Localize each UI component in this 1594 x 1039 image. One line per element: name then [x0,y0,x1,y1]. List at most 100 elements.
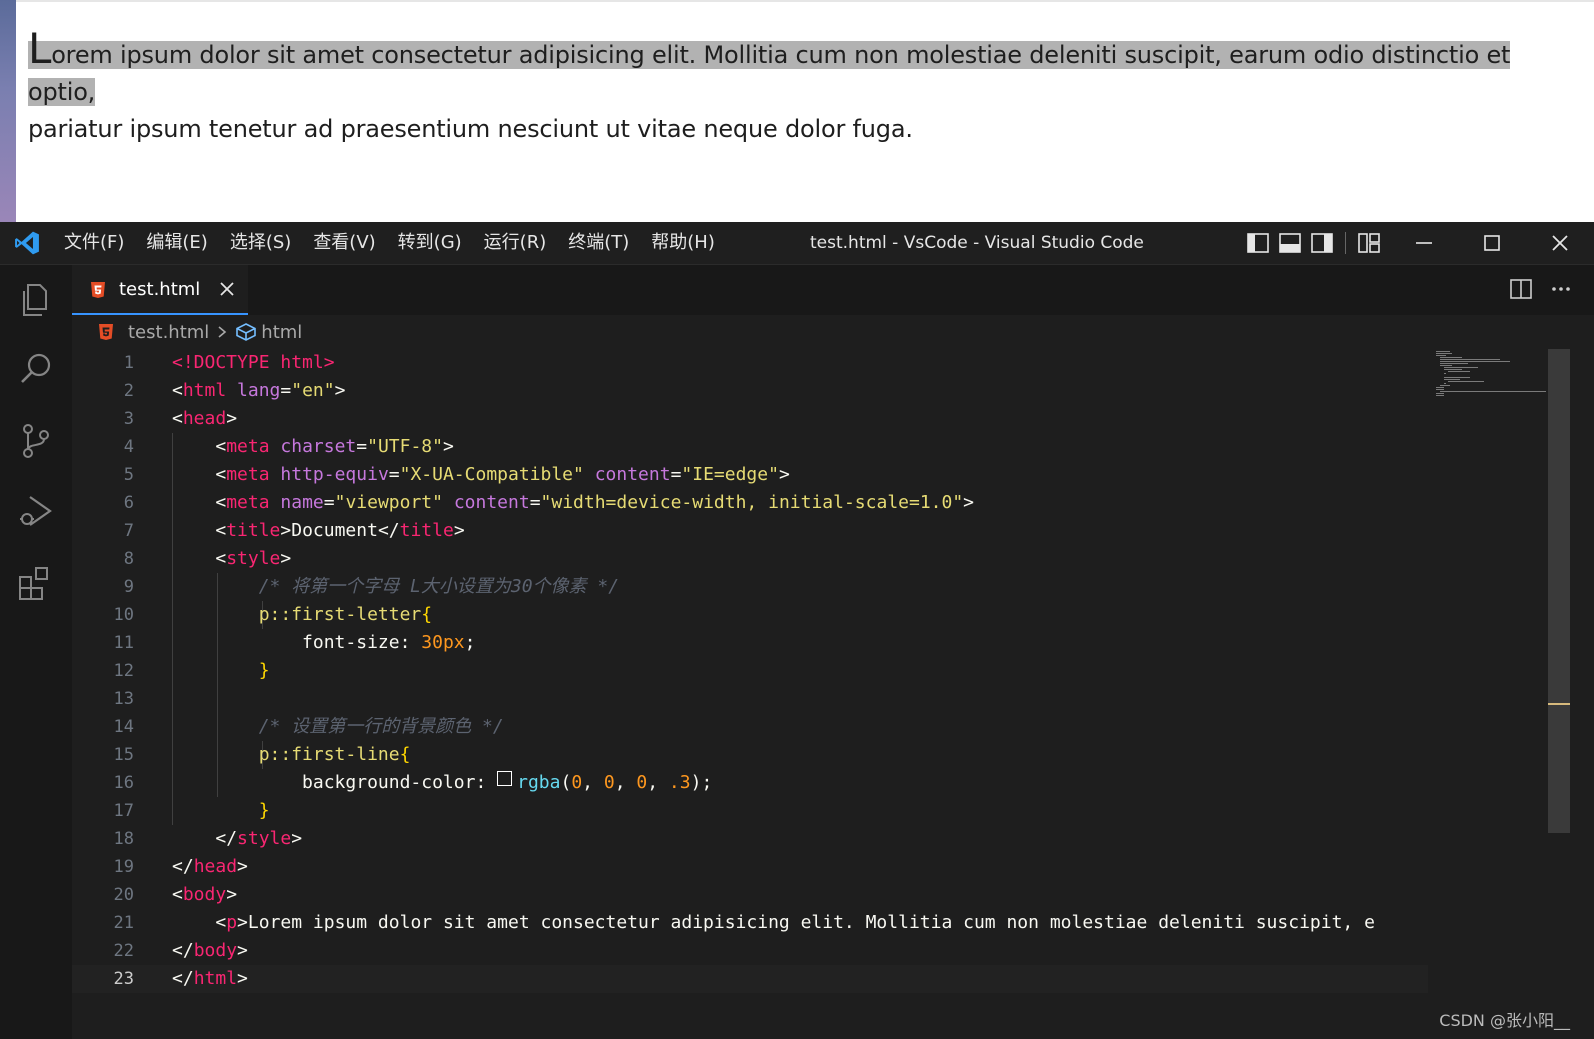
code-token: title [226,520,281,541]
menu-view[interactable]: 查看(V) [302,222,386,264]
code-token: style [237,828,292,849]
line-number: 6 [123,493,134,513]
tab-close-icon[interactable] [218,280,236,298]
code-editor[interactable]: 1 <!DOCTYPE html> 2 <html lang="en"> 3 <hea… [72,349,1428,997]
menu-selection[interactable]: 选择(S) [219,222,302,264]
code-line: 17 } [72,797,1428,825]
toggle-panel-icon[interactable] [1279,233,1301,253]
code-line: 13 [72,685,1428,713]
code-line: 22 </body> [72,937,1428,965]
code-token: style [226,548,281,569]
code-line-current: 23 </html> [72,965,1428,993]
line-number: 19 [113,857,134,877]
code-line: 21 <p>Lorem ipsum dolor sit amet consect… [72,909,1428,937]
line-number: 8 [123,549,134,569]
editor-area: test.html test.html html 1 <!DOCTYPE html… [72,265,1594,1039]
line-number: 12 [113,661,134,681]
line-number: 1 [123,353,134,373]
customize-layout-icon[interactable] [1358,233,1380,253]
code-token: Lorem ipsum dolor sit amet consectetur a… [247,912,1375,933]
close-icon [1552,235,1568,251]
code-token: "viewport" [334,492,443,513]
window-title: test.html - VsCode - Visual Studio Code [810,233,1144,253]
extensions-icon[interactable] [16,563,56,603]
code-line: 4 <meta charset="UTF-8"> [72,433,1428,461]
line-number: 16 [113,773,134,793]
chevron-right-icon [218,326,227,338]
code-token: name [280,492,324,513]
breadcrumb-symbol[interactable]: html [261,322,302,343]
menu-edit[interactable]: 编辑(E) [135,222,218,264]
code-token: "IE=edge" [681,464,779,485]
code-line: 10 p::first-letter{ [72,601,1428,629]
line-number: 15 [113,745,134,765]
preview-paragraph: Lorem ipsum dolor sit amet consectetur a… [28,28,1528,148]
code-line: 20 <body> [72,881,1428,909]
css-property: font-size [302,632,400,653]
tab-label: test.html [119,279,201,300]
minimize-icon [1416,242,1432,244]
activity-bar [0,265,72,1039]
css-value: 30px [421,632,465,653]
more-actions-icon[interactable] [1550,279,1572,299]
code-line: 7 <title>Document</title> [72,517,1428,545]
menu-help[interactable]: 帮助(H) [640,222,726,264]
code-token: meta [226,436,270,457]
tab-test-html[interactable]: test.html [72,265,248,315]
line-number: 3 [123,409,134,429]
code-token: meta [226,492,270,513]
code-line: 6 <meta name="viewport" content="width=d… [72,489,1428,517]
code-line: 14 /* 设置第一行的背景颜色 */ [72,713,1428,741]
minimize-button[interactable] [1390,222,1458,264]
vscode-window: 文件(F) 编辑(E) 选择(S) 查看(V) 转到(G) 运行(R) 终端(T… [0,222,1594,1039]
preview-left-strip [0,0,16,222]
color-swatch[interactable] [497,771,513,786]
css-number: 0 [636,772,648,793]
search-icon[interactable] [16,349,56,389]
code-token: "en" [291,380,335,401]
maximize-button[interactable] [1458,222,1526,264]
code-token: meta [226,464,270,485]
line-number: 11 [113,633,134,653]
code-line: 15 p::first-line{ [72,741,1428,769]
breadcrumb-file[interactable]: test.html [128,322,209,343]
line-number: 17 [113,801,134,821]
menu-terminal[interactable]: 终端(T) [557,222,640,264]
run-debug-icon[interactable] [16,491,56,531]
toggle-primary-sidebar-icon[interactable] [1247,233,1269,253]
close-window-button[interactable] [1526,222,1594,264]
toggle-secondary-sidebar-icon[interactable] [1311,233,1333,253]
line-number: 9 [123,577,134,597]
minimap[interactable] [1428,349,1548,409]
source-control-icon[interactable] [16,421,56,461]
window-controls [1247,222,1594,264]
line-number: 23 [113,969,134,989]
line-number: 14 [113,717,134,737]
code-token: content [453,492,530,513]
maximize-icon [1484,235,1500,251]
title-separator [1345,232,1346,254]
menu-go[interactable]: 转到(G) [387,222,473,264]
code-line: 8 <style> [72,545,1428,573]
code-token: charset [280,436,357,457]
code-token: http-equiv [280,464,389,485]
vertical-scrollbar[interactable] [1548,349,1570,833]
doctype: <!DOCTYPE html> [172,352,335,373]
css-selector: p::first-letter [258,604,422,625]
code-line: 2 <html lang="en"> [72,377,1428,405]
code-token: content [594,464,671,485]
code-token: html [182,380,227,401]
split-editor-icon[interactable] [1510,279,1532,299]
menu-run[interactable]: 运行(R) [473,222,558,264]
explorer-icon[interactable] [16,279,56,319]
code-token: title [399,520,454,541]
code-token: lang [237,380,281,401]
code-line: 5 <meta http-equiv="X-UA-Compatible" con… [72,461,1428,489]
line-number: 20 [113,885,134,905]
code-line: 3 <head> [72,405,1428,433]
line-number: 5 [123,465,134,485]
code-comment: /* 设置第一行的背景颜色 */ [258,716,504,737]
line-number: 22 [113,941,134,961]
menu-file[interactable]: 文件(F) [64,222,135,264]
code-token: "width=device-width, initial-scale=1.0" [540,492,964,513]
